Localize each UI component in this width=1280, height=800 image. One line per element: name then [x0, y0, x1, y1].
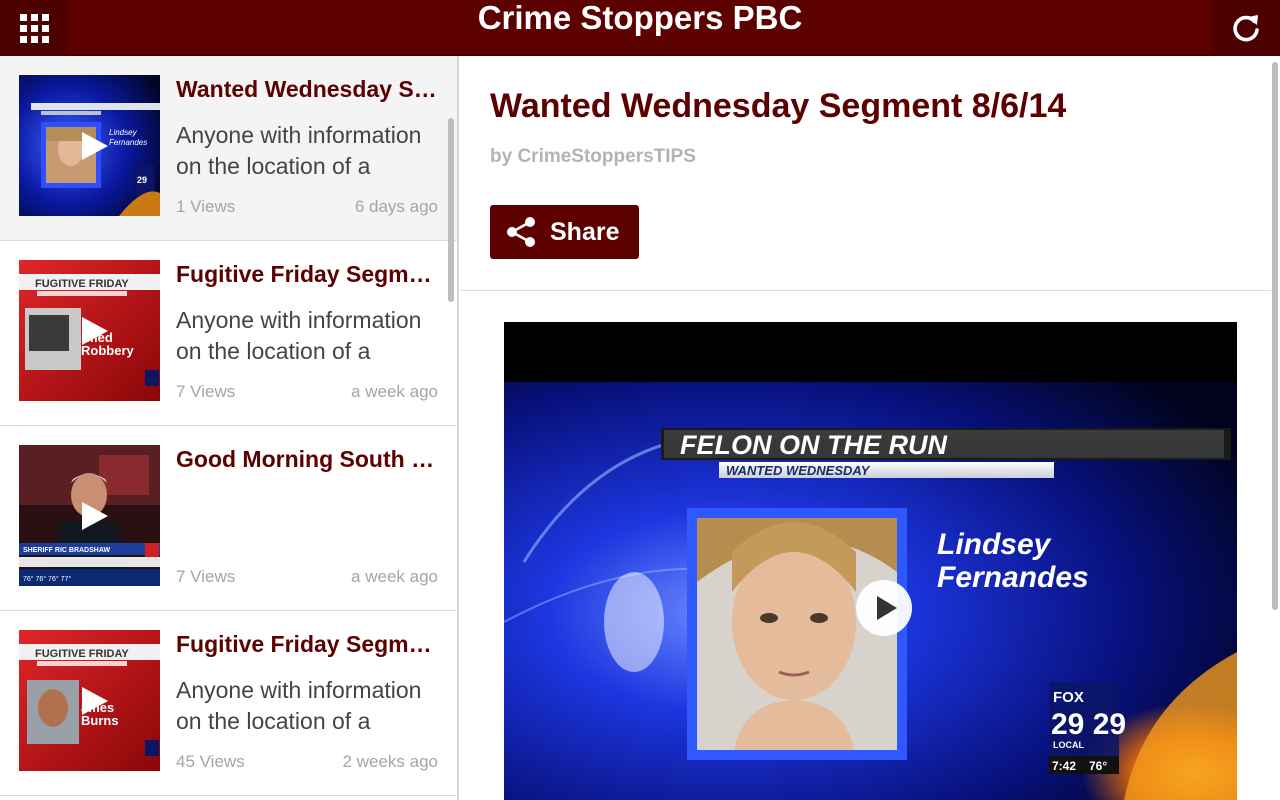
- video-title[interactable]: Fugitive Friday Segment: [176, 630, 440, 658]
- svg-text:SHERIFF RIC BRADSHAW: SHERIFF RIC BRADSHAW: [23, 547, 111, 554]
- share-button[interactable]: Share: [490, 205, 639, 259]
- video-player[interactable]: FELON ON THE RUN WANTED WEDNESDAY Lindse…: [504, 322, 1237, 800]
- play-icon: [81, 501, 108, 530]
- svg-text:Lindsey: Lindsey: [109, 128, 138, 137]
- play-icon: [81, 686, 108, 715]
- video-thumbnail[interactable]: Lindsey Fernandes 29: [19, 75, 160, 216]
- share-icon: [507, 217, 535, 247]
- subbanner-text: WANTED WEDNESDAY: [726, 463, 871, 478]
- view-count: 7 Views: [176, 567, 236, 586]
- list-item[interactable]: FUGITIVE FRIDAY ames Burns Fugitive Frid…: [0, 611, 457, 796]
- svg-text:Burns: Burns: [81, 713, 119, 728]
- temperature-readout: 76°: [1089, 759, 1107, 773]
- svg-text:Fernandes: Fernandes: [109, 138, 147, 147]
- svg-text:29: 29: [137, 175, 147, 185]
- svg-text:FUGITIVE FRIDAY: FUGITIVE FRIDAY: [35, 648, 129, 660]
- view-count: 7 Views: [176, 382, 236, 401]
- video-frame: FELON ON THE RUN WANTED WEDNESDAY Lindse…: [504, 322, 1237, 800]
- video-detail: Wanted Wednesday Segment 8/6/14 by Crime…: [461, 56, 1280, 800]
- video-description: Anyone with information on the location …: [176, 307, 422, 364]
- video-age: 6 days ago: [354, 197, 438, 216]
- play-icon: [81, 131, 108, 160]
- video-age: a week ago: [351, 567, 438, 586]
- logo-channel: 29 29: [1051, 708, 1126, 741]
- video-thumbnail[interactable]: FUGITIVE FRIDAY ames Burns: [19, 630, 160, 771]
- clock-readout: 7:42: [1052, 759, 1076, 773]
- video-thumbnail[interactable]: FUGITIVE FRIDAY rmed Robbery: [19, 260, 160, 401]
- video-description: Anyone with information on the location …: [176, 677, 422, 734]
- refresh-icon: [1233, 15, 1259, 42]
- view-count: 1 Views: [176, 197, 236, 216]
- share-label: Share: [550, 217, 620, 246]
- app-header: Crime Stoppers PBC: [0, 0, 1280, 56]
- list-item[interactable]: FUGITIVE FRIDAY rmed Robbery Fugitive Fr…: [0, 241, 457, 426]
- name-line-2: Fernandes: [937, 561, 1089, 594]
- list-item[interactable]: Lindsey Fernandes 29 Wanted Wednesday Se…: [0, 56, 457, 241]
- video-description: Anyone with information on the location …: [176, 122, 422, 179]
- author-byline[interactable]: by CrimeStoppersTIPS: [490, 146, 696, 168]
- video-thumbnail[interactable]: SHERIFF RIC BRADSHAW 76° 76° 76° 77°: [19, 445, 160, 586]
- list-item[interactable]: SHERIFF RIC BRADSHAW 76° 76° 76° 77° Goo…: [0, 426, 457, 611]
- divider: [461, 290, 1271, 291]
- name-line-1: Lindsey: [937, 528, 1052, 561]
- refresh-button[interactable]: [1212, 0, 1280, 56]
- play-icon[interactable]: [854, 578, 914, 638]
- detail-title: Wanted Wednesday Segment 8/6/14: [490, 87, 1067, 125]
- station-logo: FOX 29 29 LOCAL 7:42 76°: [1049, 682, 1126, 774]
- video-title[interactable]: Good Morning South Florida: [176, 445, 440, 473]
- video-list: Lindsey Fernandes 29 Wanted Wednesday Se…: [0, 56, 459, 800]
- banner-text: FELON ON THE RUN: [680, 430, 947, 460]
- video-age: a week ago: [351, 382, 438, 401]
- video-title[interactable]: Fugitive Friday Segment: [176, 260, 440, 288]
- logo-local: LOCAL: [1053, 740, 1084, 750]
- play-icon: [81, 316, 108, 345]
- view-count: 45 Views: [176, 752, 245, 771]
- svg-text:Robbery: Robbery: [81, 343, 135, 358]
- video-age: 2 weeks ago: [342, 752, 438, 771]
- svg-text:FUGITIVE FRIDAY: FUGITIVE FRIDAY: [35, 278, 129, 290]
- video-title[interactable]: Wanted Wednesday Segment 8/6/14: [176, 75, 440, 103]
- sidebar-scrollbar[interactable]: [448, 118, 454, 302]
- detail-scrollbar[interactable]: [1272, 62, 1278, 610]
- svg-text:76° 76° 76° 77°: 76° 76° 76° 77°: [23, 575, 71, 583]
- app-title: Crime Stoppers PBC: [477, 0, 803, 36]
- logo-network: FOX: [1053, 689, 1084, 706]
